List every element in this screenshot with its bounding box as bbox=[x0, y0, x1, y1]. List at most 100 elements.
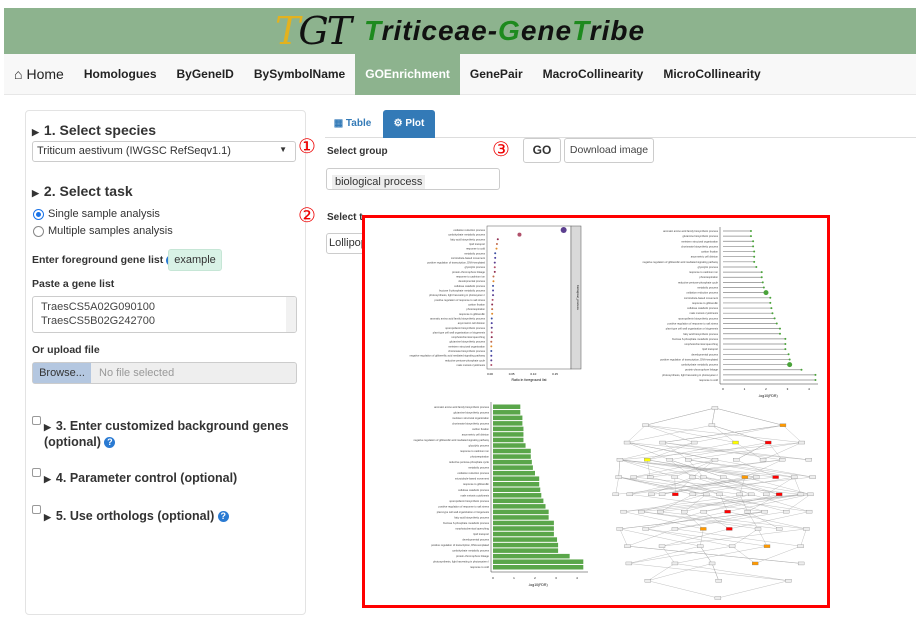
plot-output-highlight: biological_process oxidation reduction pr… bbox=[362, 215, 830, 608]
background-genes-title[interactable]: ▶ 3. Enter customized background genes (o… bbox=[44, 419, 294, 450]
nav-bygeneid[interactable]: ByGeneID bbox=[167, 54, 244, 95]
main-nav: ⌂ Home Homologues ByGeneID BySymbolName G… bbox=[4, 53, 916, 95]
bar bbox=[493, 404, 521, 410]
y-tick-label: microtubule-based movement bbox=[455, 477, 489, 481]
y-tick-label: response to cadmium ion bbox=[689, 270, 719, 274]
dag-node bbox=[626, 492, 634, 497]
x-tick-label: 3 bbox=[787, 387, 789, 391]
tab-label: Plot bbox=[405, 118, 425, 129]
gene-list-textarea[interactable]: TraesCS5A02G090100 TraesCS5B02G242700 bbox=[32, 296, 297, 333]
bar bbox=[493, 515, 549, 520]
plot-type-select[interactable]: Lollipop bbox=[326, 233, 366, 254]
dag-node bbox=[700, 527, 707, 531]
radio-single-sample[interactable]: Single sample analysis bbox=[33, 208, 160, 220]
dag-node bbox=[615, 475, 622, 479]
dag-node bbox=[647, 475, 654, 479]
group-select[interactable]: biological process bbox=[326, 168, 500, 190]
y-tick-label: nonphotochemical quenching bbox=[451, 335, 485, 339]
title-part: ribe bbox=[589, 15, 646, 46]
nav-homologues[interactable]: Homologues bbox=[74, 54, 167, 95]
dag-node bbox=[708, 561, 716, 566]
data-point bbox=[492, 289, 495, 292]
bar bbox=[493, 504, 546, 509]
data-point bbox=[490, 345, 493, 348]
nav-microcollinearity[interactable]: MicroCollinearity bbox=[653, 54, 770, 95]
go-button[interactable]: GO bbox=[523, 138, 561, 163]
dag-node bbox=[671, 475, 678, 479]
radio-button[interactable] bbox=[33, 208, 44, 220]
nav-bysymbolname[interactable]: BySymbolName bbox=[244, 54, 355, 95]
browse-button[interactable]: Browse... bbox=[33, 363, 91, 383]
orthologs-checkbox[interactable] bbox=[32, 505, 41, 514]
dag-edge bbox=[700, 528, 704, 547]
bar bbox=[493, 443, 526, 448]
y-tick-label: reductive pentose-phosphate cycle bbox=[445, 358, 486, 362]
site-title: Triticeae-GeneTribe bbox=[364, 15, 645, 47]
y-tick-label: sporopollenin biosynthetic process bbox=[445, 326, 485, 330]
y-tick-label: meristem structural organization bbox=[452, 416, 489, 420]
lollipop-head bbox=[788, 358, 791, 361]
example-button[interactable]: example bbox=[168, 249, 222, 271]
scrollbar[interactable] bbox=[286, 297, 296, 332]
bar bbox=[493, 421, 523, 426]
y-tick-label: protein-chromophore linkage bbox=[452, 270, 486, 274]
y-tick-label: nonphotochemical quenching bbox=[455, 527, 489, 531]
dag-node bbox=[779, 458, 786, 462]
lollipop-head bbox=[753, 260, 756, 263]
nav-genepair[interactable]: GenePair bbox=[460, 54, 533, 95]
y-tick-label: response to cadmium ion bbox=[460, 449, 490, 453]
bar bbox=[493, 559, 584, 564]
dag-node bbox=[759, 458, 767, 462]
dag-edge bbox=[633, 476, 801, 495]
nav-home[interactable]: ⌂ Home bbox=[4, 54, 74, 95]
y-tick-label: photosynthesis, light harvesting in phot… bbox=[433, 560, 489, 564]
background-genes-checkbox[interactable] bbox=[32, 416, 41, 425]
lollipop-head bbox=[771, 312, 774, 315]
y-tick-label: cellulose catabolic process bbox=[454, 284, 486, 288]
dag-node bbox=[763, 544, 771, 548]
dag-node bbox=[728, 544, 736, 548]
radio-multiple-samples[interactable]: Multiple samples analysis bbox=[33, 225, 173, 237]
bar bbox=[493, 465, 533, 470]
dag-node bbox=[783, 509, 790, 514]
dag-edge bbox=[703, 476, 811, 495]
species-section-title[interactable]: ▶ 1. Select species bbox=[32, 122, 156, 138]
radio-button[interactable] bbox=[33, 225, 44, 237]
nav-macrocollinearity[interactable]: MacroCollinearity bbox=[533, 54, 654, 95]
y-tick-label: response to gibberellin bbox=[459, 312, 486, 316]
logo[interactable]: TGT Triticeae-GeneTribe bbox=[275, 9, 645, 53]
dag-node bbox=[689, 475, 696, 479]
y-tick-label: oxidation reduction process bbox=[686, 291, 718, 295]
file-upload[interactable]: Browse... No file selected bbox=[32, 362, 297, 384]
dag-node bbox=[715, 579, 722, 583]
dag-node bbox=[644, 579, 652, 583]
y-tick-label: carbohydrate metabolic process bbox=[448, 233, 485, 237]
help-icon[interactable]: ? bbox=[217, 511, 229, 523]
lollipop-head bbox=[753, 250, 756, 253]
facet-label: biological_process bbox=[576, 285, 580, 310]
tab-table[interactable]: ▦ Table bbox=[325, 110, 380, 138]
dag-edge bbox=[717, 580, 789, 599]
help-icon[interactable]: ? bbox=[104, 437, 116, 449]
y-tick-label: aromatic amino acid family biosynthetic … bbox=[663, 229, 719, 233]
nav-goenrichment[interactable]: GOEnrichment bbox=[355, 53, 460, 95]
parameter-control-checkbox[interactable] bbox=[32, 468, 41, 477]
dag-node bbox=[779, 423, 787, 427]
dag-edge bbox=[727, 511, 807, 530]
y-tick-label: meristem structural organization bbox=[681, 239, 718, 243]
task-section-title[interactable]: ▶ 2. Select task bbox=[32, 183, 133, 199]
dag-node bbox=[785, 579, 792, 583]
dag-node bbox=[616, 458, 624, 462]
y-tick-label: plant-type cell wall organization or bio… bbox=[437, 510, 490, 514]
file-placeholder: No file selected bbox=[99, 367, 175, 379]
parameter-control-title[interactable]: ▶ 4. Parameter control (optional) bbox=[44, 471, 237, 487]
y-tick-label: response to cold bbox=[466, 247, 486, 251]
download-image-button[interactable]: Download image bbox=[564, 138, 654, 163]
lollipop-head bbox=[784, 337, 787, 340]
tab-plot[interactable]: ⚙ Plot bbox=[383, 110, 435, 138]
data-point bbox=[493, 266, 496, 269]
species-select[interactable]: Triticum aestivum (IWGSC RefSeqv1.1) ▼ bbox=[32, 141, 296, 162]
y-tick-label: positive regulation of response to salt … bbox=[435, 298, 486, 302]
orthologs-title[interactable]: ▶ 5. Use orthologs (optional) ? bbox=[44, 509, 229, 525]
data-point bbox=[494, 256, 497, 259]
